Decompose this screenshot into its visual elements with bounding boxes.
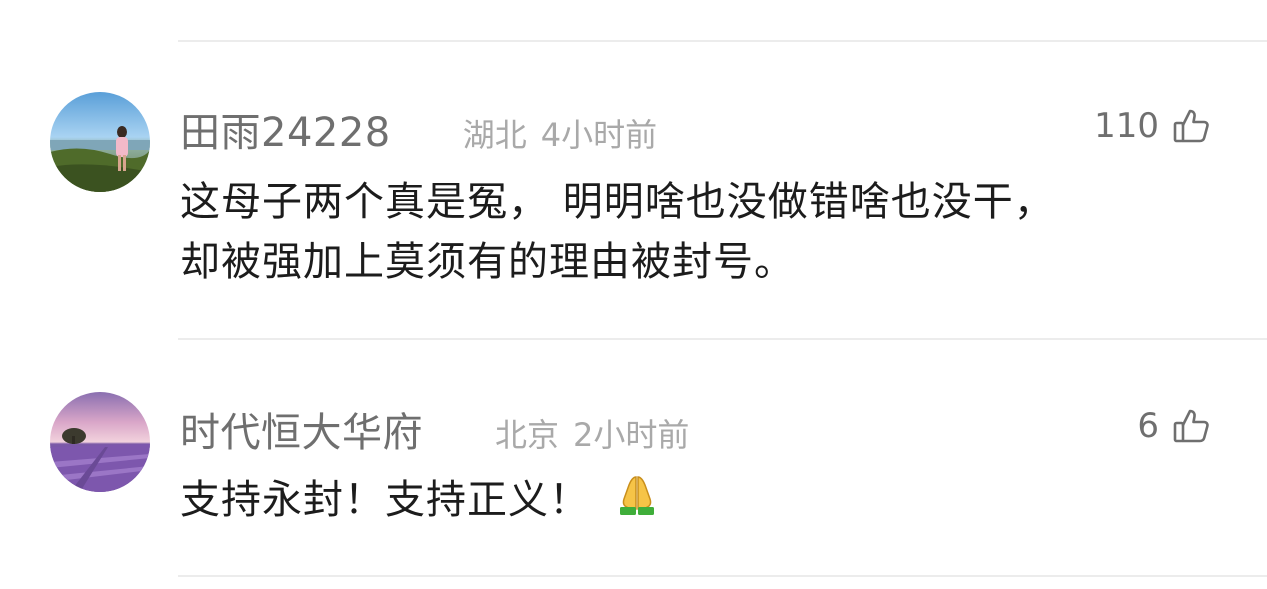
lavender-field-avatar-icon <box>50 392 150 492</box>
timestamp: 4小时前 <box>540 116 658 154</box>
username[interactable]: 时代恒大华府 <box>180 400 423 458</box>
comment-text-line: 这母子两个真是冤， 明明啥也没做错啥也没干， <box>180 179 1055 225</box>
comment-meta: 北京 2小时前 <box>495 410 689 456</box>
like-count: 6 <box>1137 406 1159 446</box>
avatar[interactable] <box>50 392 150 492</box>
comment-header: 时代恒大华府 北京 2小时前 <box>180 400 689 458</box>
like-count: 110 <box>1094 106 1159 146</box>
thumbs-up-icon <box>1171 406 1211 446</box>
folded-hands-icon <box>614 471 660 534</box>
comment-text-line: 支持永封！支持正义！ <box>180 477 590 523</box>
location: 北京 <box>495 416 560 454</box>
divider-top <box>178 40 1267 42</box>
location: 湖北 <box>462 116 527 154</box>
comment-text-line: 却被强加上莫须有的理由被封号。 <box>180 239 795 285</box>
avatar[interactable] <box>50 92 150 192</box>
divider-middle <box>178 338 1267 340</box>
like-button[interactable]: 6 <box>1137 406 1211 446</box>
timestamp: 2小时前 <box>573 416 690 454</box>
comment-meta: 湖北 4小时前 <box>463 110 657 156</box>
comment-text: 这母子两个真是冤， 明明啥也没做错啥也没干， 却被强加上莫须有的理由被封号。 <box>180 172 1210 292</box>
landscape-avatar-icon <box>50 92 150 192</box>
comment-text: 支持永封！支持正义！ <box>180 470 1210 534</box>
username[interactable]: 田雨24228 <box>180 100 391 158</box>
like-button[interactable]: 110 <box>1094 106 1211 146</box>
thumbs-up-icon <box>1171 106 1211 146</box>
comment-header: 田雨24228 湖北 4小时前 <box>180 100 657 158</box>
divider-bottom <box>178 575 1267 577</box>
